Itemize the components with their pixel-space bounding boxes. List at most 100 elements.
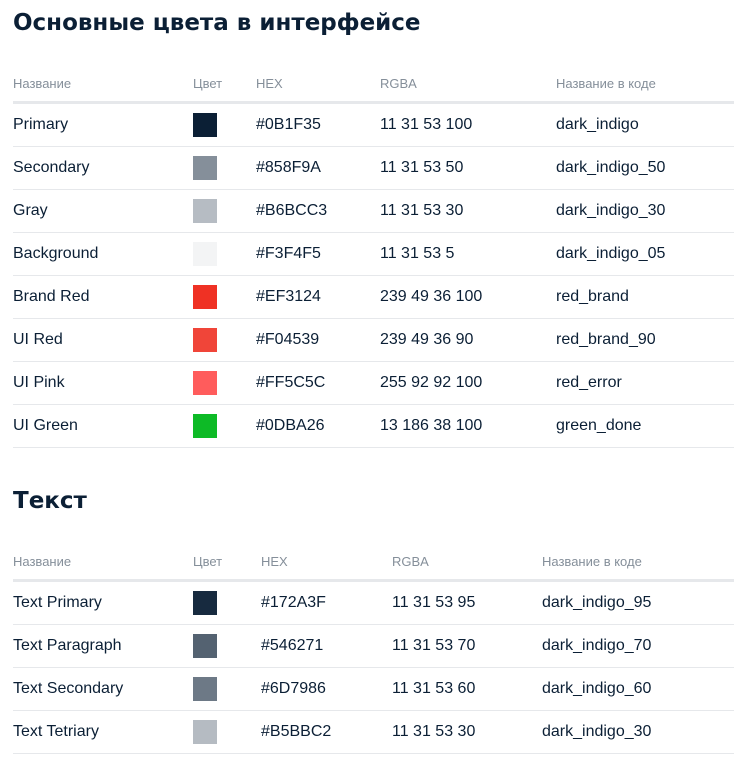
color-swatch xyxy=(193,591,217,615)
color-swatch xyxy=(193,156,217,180)
hex-cell: #B5BBC2 xyxy=(261,710,392,754)
color-swatch xyxy=(193,371,217,395)
color-swatch-cell xyxy=(193,580,261,625)
hex-cell: #0B1F35 xyxy=(256,102,380,147)
column-header-code-name: Название в коде xyxy=(556,66,734,104)
color-swatch-cell xyxy=(193,189,256,233)
column-header-hex: HEX xyxy=(256,66,380,104)
section-title-interface-colors: Основные цвета в интерфейсе xyxy=(13,10,421,36)
color-swatch xyxy=(193,113,217,137)
interface-colors-table: Название Цвет HEX RGBA Название в коде P… xyxy=(13,66,734,448)
column-header-hex: HEX xyxy=(261,544,392,582)
table-row: Primary #0B1F35 11 31 53 100 dark_indigo xyxy=(13,102,734,147)
color-name-cell: Brand Red xyxy=(13,275,193,319)
color-swatch xyxy=(193,199,217,223)
rgba-cell: 239 49 36 100 xyxy=(380,275,556,319)
code-name-cell: dark_indigo_30 xyxy=(542,710,734,754)
color-swatch-cell xyxy=(193,624,261,668)
table-row: Secondary #858F9A 11 31 53 50 dark_indigo_5… xyxy=(13,146,734,190)
color-swatch-cell xyxy=(193,146,256,190)
color-swatch xyxy=(193,720,217,744)
color-name-cell: Text Paragraph xyxy=(13,624,193,668)
color-swatch-cell xyxy=(193,275,256,319)
code-name-cell: dark_indigo_50 xyxy=(556,146,734,190)
rgba-cell: 11 31 53 30 xyxy=(380,189,556,233)
hex-cell: #B6BCC3 xyxy=(256,189,380,233)
hex-cell: #172A3F xyxy=(261,580,392,625)
table-row: Text Secondary #6D7986 11 31 53 60 dark_ind… xyxy=(13,667,734,711)
table-row: Text Tetriary #B5BBC2 11 31 53 30 dark_indi… xyxy=(13,710,734,754)
color-swatch-cell xyxy=(193,232,256,276)
rgba-cell: 11 31 53 5 xyxy=(380,232,556,276)
code-name-cell: dark_indigo xyxy=(556,102,734,147)
rgba-cell: 13 186 38 100 xyxy=(380,404,556,448)
color-swatch-cell xyxy=(193,404,256,448)
code-name-cell: red_brand xyxy=(556,275,734,319)
rgba-cell: 255 92 92 100 xyxy=(380,361,556,405)
table-row: Gray #B6BCC3 11 31 53 30 dark_indigo_30 xyxy=(13,189,734,233)
table-row: Text Paragraph #546271 11 31 53 70 dark_ind… xyxy=(13,624,734,668)
column-header-name: Название xyxy=(13,66,193,104)
table-row: UI Pink #FF5C5C 255 92 92 100 red_error xyxy=(13,361,734,405)
color-swatch xyxy=(193,634,217,658)
color-name-cell: Text Primary xyxy=(13,580,193,625)
color-name-cell: Background xyxy=(13,232,193,276)
column-header-name: Название xyxy=(13,544,193,582)
hex-cell: #6D7986 xyxy=(261,667,392,711)
hex-cell: #546271 xyxy=(261,624,392,668)
hex-cell: #0DBA26 xyxy=(256,404,380,448)
color-swatch xyxy=(193,328,217,352)
code-name-cell: dark_indigo_30 xyxy=(556,189,734,233)
color-swatch xyxy=(193,242,217,266)
column-header-color: Цвет xyxy=(193,544,261,582)
text-colors-table: Название Цвет HEX RGBA Название в коде T… xyxy=(13,544,734,754)
rgba-cell: 11 31 53 50 xyxy=(380,146,556,190)
color-name-cell: Primary xyxy=(13,102,193,147)
rgba-cell: 11 31 53 30 xyxy=(392,710,542,754)
hex-cell: #EF3124 xyxy=(256,275,380,319)
code-name-cell: green_done xyxy=(556,404,734,448)
table-body: Text Primary #172A3F 11 31 53 95 dark_indig… xyxy=(13,580,734,754)
table-row: Text Primary #172A3F 11 31 53 95 dark_indig… xyxy=(13,580,734,625)
color-swatch-cell xyxy=(193,361,256,405)
color-name-cell: UI Red xyxy=(13,318,193,362)
hex-cell: #FF5C5C xyxy=(256,361,380,405)
code-name-cell: dark_indigo_70 xyxy=(542,624,734,668)
hex-cell: #F04539 xyxy=(256,318,380,362)
column-header-rgba: RGBA xyxy=(380,66,556,104)
code-name-cell: dark_indigo_60 xyxy=(542,667,734,711)
table-row: UI Red #F04539 239 49 36 90 red_brand_90 xyxy=(13,318,734,362)
color-name-cell: Secondary xyxy=(13,146,193,190)
table-header-row: Название Цвет HEX RGBA Название в коде xyxy=(13,66,734,104)
rgba-cell: 11 31 53 95 xyxy=(392,580,542,625)
table-header-row: Название Цвет HEX RGBA Название в коде xyxy=(13,544,734,582)
color-swatch xyxy=(193,677,217,701)
color-name-cell: Text Tetriary xyxy=(13,710,193,754)
color-name-cell: UI Green xyxy=(13,404,193,448)
column-header-code-name: Название в коде xyxy=(542,544,734,582)
table-row: UI Green #0DBA26 13 186 38 100 green_done xyxy=(13,404,734,448)
color-swatch-cell xyxy=(193,318,256,362)
color-name-cell: Text Secondary xyxy=(13,667,193,711)
rgba-cell: 11 31 53 100 xyxy=(380,102,556,147)
rgba-cell: 239 49 36 90 xyxy=(380,318,556,362)
code-name-cell: red_brand_90 xyxy=(556,318,734,362)
color-swatch-cell xyxy=(193,667,261,711)
hex-cell: #F3F4F5 xyxy=(256,232,380,276)
color-name-cell: UI Pink xyxy=(13,361,193,405)
table-row: Brand Red #EF3124 239 49 36 100 red_brand xyxy=(13,275,734,319)
color-swatch xyxy=(193,414,217,438)
code-name-cell: red_error xyxy=(556,361,734,405)
code-name-cell: dark_indigo_95 xyxy=(542,580,734,625)
color-swatch xyxy=(193,285,217,309)
column-header-color: Цвет xyxy=(193,66,256,104)
section-title-text-colors: Текст xyxy=(13,488,87,514)
color-name-cell: Gray xyxy=(13,189,193,233)
hex-cell: #858F9A xyxy=(256,146,380,190)
table-row: Background #F3F4F5 11 31 53 5 dark_indigo_0… xyxy=(13,232,734,276)
code-name-cell: dark_indigo_05 xyxy=(556,232,734,276)
color-swatch-cell xyxy=(193,102,256,147)
table-body: Primary #0B1F35 11 31 53 100 dark_indigo Sec… xyxy=(13,102,734,448)
column-header-rgba: RGBA xyxy=(392,544,542,582)
color-swatch-cell xyxy=(193,710,261,754)
